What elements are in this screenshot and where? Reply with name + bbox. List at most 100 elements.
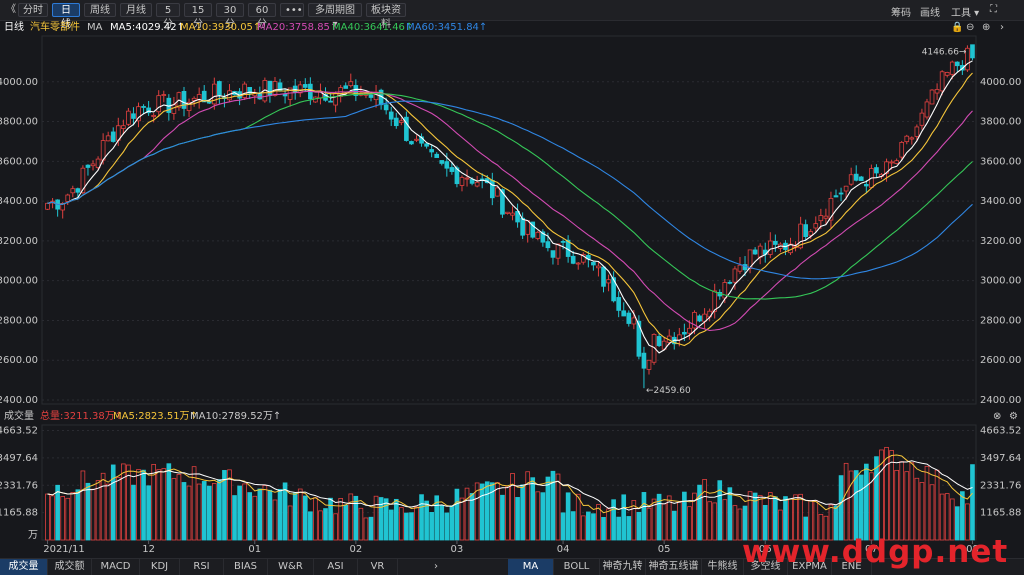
tools-button[interactable]: 工具 ▾ <box>951 4 979 19</box>
candle-body <box>237 91 242 99</box>
volume-bar <box>530 477 536 541</box>
volume-bar <box>611 499 616 541</box>
candle-body <box>196 94 202 101</box>
candle-body <box>535 231 541 239</box>
candle-body <box>495 187 500 197</box>
candle-body <box>601 266 606 287</box>
candle-body <box>181 91 187 109</box>
lock-icon[interactable]: 🔒 <box>951 21 963 35</box>
candle-body <box>778 243 783 249</box>
volume-bar <box>419 494 424 541</box>
candle-body <box>242 83 247 98</box>
period-button-10[interactable]: 板块资料 <box>366 3 406 30</box>
candle-body <box>611 277 616 302</box>
next-icon[interactable]: › <box>1000 21 1004 35</box>
volume-bar <box>141 469 146 541</box>
price-tick-left: 3600.00 <box>0 156 38 167</box>
indicator-tab-right-4[interactable]: 牛熊线 <box>702 559 744 575</box>
candle-body <box>222 97 227 99</box>
volume-panel-frame <box>41 424 977 541</box>
volume-bar <box>474 482 480 541</box>
volume-bar <box>682 491 687 541</box>
period-label: 日线 <box>4 22 24 33</box>
indicator-tab-left-3[interactable]: KDJ <box>140 559 180 575</box>
period-button-6[interactable]: 30分 <box>216 3 244 30</box>
candle-body <box>469 179 475 184</box>
candle-body <box>267 80 273 96</box>
candle-body <box>914 126 920 137</box>
indicator-tab-left-5[interactable]: BIAS <box>224 559 268 575</box>
volume-bar <box>161 468 167 541</box>
close-indicator-icon[interactable]: ⊗ <box>993 410 1001 424</box>
indicator-tab-left-2[interactable]: MACD <box>92 559 140 575</box>
kline-chart[interactable]: 4000.00 4000.00 3800.00 3800.00 3600.00 3600.… <box>0 0 1024 574</box>
period-button-3[interactable]: 月线 <box>120 3 152 17</box>
ma60-line <box>47 100 973 280</box>
period-button-9[interactable]: 多周期图 ▾ <box>308 3 362 30</box>
volume-bar <box>858 474 864 541</box>
indicator-tab-left-8[interactable]: VR <box>358 559 398 575</box>
volume-bar <box>687 506 692 541</box>
volume-bar <box>409 512 414 541</box>
volume-bar <box>894 469 899 541</box>
volume-bar <box>697 484 702 541</box>
zoom-out-icon[interactable]: ⊖ <box>966 21 974 35</box>
volume-bar <box>641 492 647 541</box>
period-button-4[interactable]: 5分 <box>156 3 180 30</box>
volume-bar <box>560 512 566 541</box>
candle-body <box>434 153 440 158</box>
period-button-5[interactable]: 15分 <box>184 3 212 30</box>
ma-label[interactable]: MA <box>87 21 102 35</box>
period-button-0[interactable]: 分时 <box>18 3 48 17</box>
period-button-7[interactable]: 60分 <box>248 3 276 30</box>
candle-body <box>105 135 111 142</box>
settings-icon[interactable]: ⚙ <box>1009 410 1018 424</box>
draw-button[interactable]: 画线 <box>920 4 940 19</box>
volume-bar <box>388 509 394 541</box>
indicator-tab-left-6[interactable]: W&R <box>268 559 314 575</box>
candle-body <box>712 290 718 312</box>
candle-body <box>85 164 91 168</box>
volume-bar <box>960 491 965 541</box>
indicator-tab-right-1[interactable]: BOLL <box>554 559 600 575</box>
volume-bar <box>864 463 869 541</box>
price-tick-right: 3000.00 <box>980 276 1021 287</box>
ma40-line <box>47 92 973 300</box>
candle-body <box>419 136 424 144</box>
expand-icon[interactable]: ⛶ <box>990 4 997 15</box>
period-button-2[interactable]: 周线 <box>84 3 116 17</box>
candle-body <box>191 97 197 101</box>
volume-bar <box>368 516 374 541</box>
indicator-tab-right-2[interactable]: 神奇九转 <box>600 559 646 575</box>
candle-body <box>540 231 546 243</box>
candle-body <box>661 340 667 350</box>
candle-body <box>747 249 753 269</box>
indicator-tab-right-3[interactable]: 神奇五线谱 <box>646 559 702 575</box>
candle-body <box>171 104 177 114</box>
volume-bar <box>115 477 121 541</box>
tabs-arrow-icon[interactable]: › <box>429 559 443 575</box>
volume-bar <box>328 497 333 541</box>
volume-bar <box>510 473 515 541</box>
candle-body <box>565 239 571 257</box>
volume-bar <box>399 507 404 541</box>
chips-button[interactable]: 筹码 <box>891 4 911 19</box>
volume-bar <box>535 491 541 541</box>
candle-body <box>262 80 268 102</box>
top-toolbar: 《 分时 日线 周线 月线 5分 15分 30分 60分 ••• 多周期图 ▾ 板块资料 筹码 画线… <box>0 0 1024 30</box>
indicator-tab-left-4[interactable]: RSI <box>180 559 224 575</box>
zoom-in-icon[interactable]: ⊕ <box>982 21 990 35</box>
indicator-tab-left-1[interactable]: 成交额 <box>48 559 92 575</box>
candle-body <box>95 158 101 168</box>
volume-bar <box>50 495 55 541</box>
indicator-tab-right-0[interactable]: MA <box>508 559 554 575</box>
candle-body <box>858 176 864 181</box>
indicator-tab-left-7[interactable]: ASI <box>314 559 358 575</box>
period-button-1[interactable]: 日线 <box>52 3 80 30</box>
volume-bar <box>489 482 495 541</box>
volume-bar <box>747 491 753 541</box>
volume-tick-right: 1165.88 <box>980 508 1021 519</box>
period-button-8[interactable]: ••• <box>280 3 304 17</box>
indicator-tab-left-0[interactable]: 成交量 <box>0 559 48 575</box>
volume-bar <box>515 497 520 541</box>
